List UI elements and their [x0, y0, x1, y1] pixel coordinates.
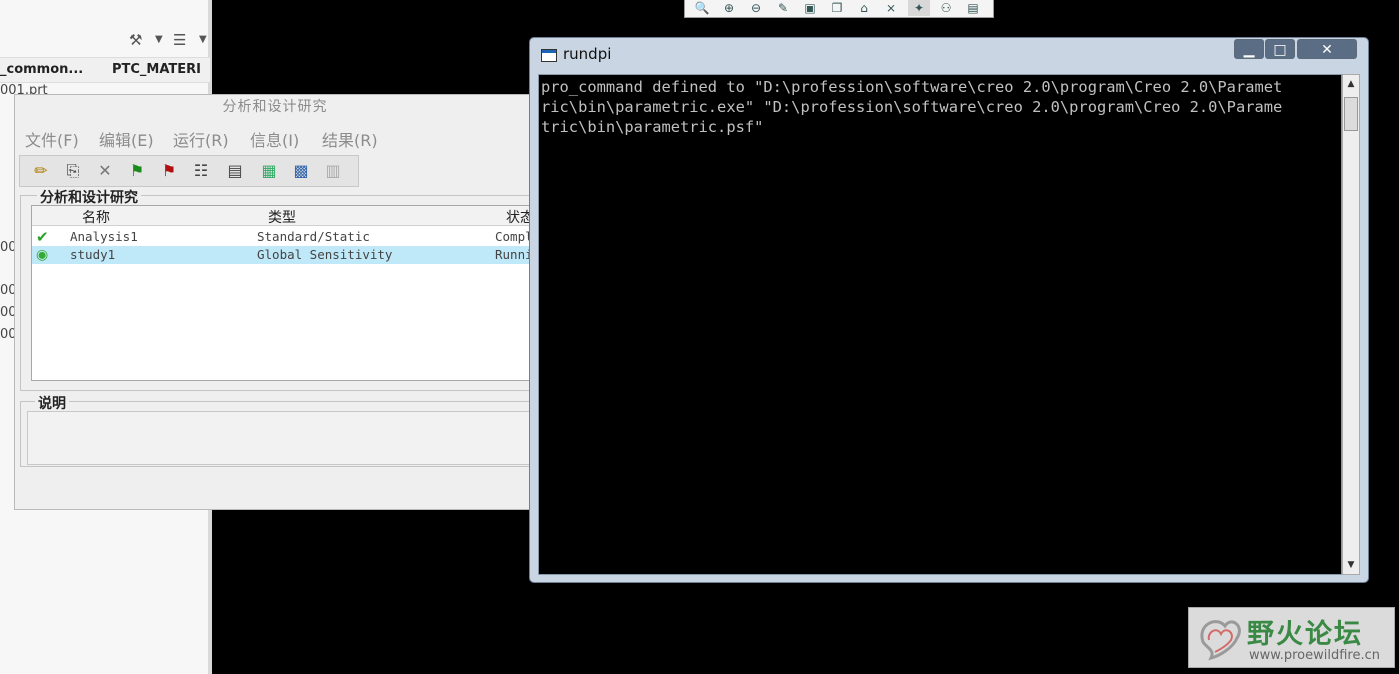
column-name[interactable]: 名称 — [82, 207, 110, 227]
console-title: rundpi — [563, 45, 612, 63]
analysis-study-dialog: 分析和设计研究 文件(F) 编辑(E) 运行(R) 信息(I) 结果(R) ✏ … — [14, 94, 536, 510]
study-list-header: 名称 类型 状态 — [32, 206, 536, 226]
study-status: Runni — [495, 247, 533, 262]
study-row[interactable]: ◉ study1 Global Sensitivity Runni — [32, 246, 536, 264]
study-type: Standard/Static — [257, 229, 370, 244]
saved-views-icon[interactable]: ⌂ — [853, 0, 875, 16]
menu-info[interactable]: 信息(I) — [250, 127, 299, 151]
study-type: Global Sensitivity — [257, 247, 393, 262]
console-app-icon — [541, 49, 557, 62]
tree-columns-icon[interactable]: ☰ — [173, 31, 186, 49]
graphics-toolbar: 🔍 ⊕ ⊖ ✎ ▣ ❐ ⌂ ⨯ ✦ ⚇ ▤ — [684, 0, 994, 18]
layers-icon[interactable]: ▤ — [962, 0, 984, 16]
forum-logo-icon — [1200, 620, 1241, 661]
forum-watermark: 野火论坛 www.proewildfire.cn — [1188, 607, 1395, 668]
study-name: study1 — [70, 247, 116, 262]
zoom-out-icon[interactable]: ⊖ — [745, 0, 767, 16]
study-name: Analysis1 — [70, 229, 138, 244]
orient-icon[interactable]: ❐ — [826, 0, 848, 16]
model-tree-toolbar: ⚒ ▼ ☰ ▼ — [0, 25, 210, 55]
description-label: 说明 — [35, 393, 69, 413]
dialog-toolbar: ✏ ⎘ ✕ ⚑ ⚑ ☷ ▤ ▦ ▩ ▥ — [19, 155, 359, 187]
maximize-button[interactable]: □ — [1265, 39, 1295, 59]
repaint-icon[interactable]: ✎ — [772, 0, 794, 16]
study-row[interactable]: ✔ Analysis1 Standard/Static Compl — [32, 228, 536, 246]
disabled-export-icon: ▥ — [325, 161, 341, 180]
start-run-flag-icon[interactable]: ⚑ — [126, 160, 148, 182]
close-button[interactable]: ✕ — [1297, 39, 1357, 59]
menu-run[interactable]: 运行(R) — [173, 127, 229, 151]
study-list: 名称 类型 状态 ✔ Analysis1 Standard/Static Com… — [31, 205, 536, 381]
chevron-down-icon[interactable]: ▼ — [199, 34, 207, 45]
forum-name: 野火论坛 — [1247, 619, 1363, 650]
scroll-down-icon[interactable]: ▼ — [1343, 556, 1359, 574]
results-insert-icon[interactable]: ▩ — [290, 160, 312, 182]
model-tree-header: _common... PTC_MATERI — [0, 57, 210, 83]
console-window: rundpi ▁ □ ✕ pro_command defined to "D:\… — [529, 37, 1369, 583]
minimize-button[interactable]: ▁ — [1234, 39, 1264, 59]
stop-run-flag-icon[interactable]: ⚑ — [158, 160, 180, 182]
console-output[interactable]: pro_command defined to "D:\profession\so… — [538, 74, 1342, 575]
delete-icon[interactable]: ✕ — [94, 160, 116, 182]
datum-display-icon[interactable]: ⨯ — [880, 0, 902, 16]
scroll-up-icon[interactable]: ▲ — [1343, 75, 1359, 93]
summary-icon[interactable]: ▤ — [224, 160, 246, 182]
running-icon: ◉ — [36, 247, 49, 263]
column-ptc-material[interactable]: PTC_MATERI — [112, 62, 201, 77]
copy-icon[interactable]: ⎘ — [62, 160, 84, 182]
menu-edit[interactable]: 编辑(E) — [99, 127, 154, 151]
forum-url: www.proewildfire.cn — [1249, 648, 1380, 663]
chevron-down-icon[interactable]: ▼ — [155, 34, 163, 45]
status-list-icon[interactable]: ☷ — [190, 160, 212, 182]
study-status: Compl — [495, 229, 533, 244]
spin-center-icon[interactable]: ✦ — [908, 0, 930, 16]
zoom-in-icon[interactable]: ⊕ — [718, 0, 740, 16]
scroll-thumb[interactable] — [1344, 97, 1358, 131]
description-field[interactable] — [27, 411, 535, 465]
study-group-label: 分析和设计研究 — [37, 187, 141, 207]
network-icon[interactable]: ⚇ — [935, 0, 957, 16]
settings-tools-icon[interactable]: ⚒ — [129, 31, 142, 49]
checkmark-icon: ✔ — [36, 228, 49, 246]
zoom-window-icon[interactable]: 🔍 — [691, 0, 713, 16]
results-window-icon[interactable]: ▦ — [258, 160, 280, 182]
console-text: pro_command defined to "D:\profession\so… — [541, 78, 1283, 136]
menu-file[interactable]: 文件(F) — [25, 127, 79, 151]
column-type[interactable]: 类型 — [268, 207, 296, 227]
vertical-scrollbar[interactable]: ▲ ▼ — [1342, 74, 1360, 575]
edit-pencil-icon[interactable]: ✏ — [30, 160, 52, 182]
dialog-menubar: 文件(F) 编辑(E) 运行(R) 信息(I) 结果(R) — [15, 123, 535, 150]
column-common[interactable]: _common... — [0, 62, 83, 77]
dialog-title: 分析和设计研究 — [222, 99, 328, 115]
refit-icon[interactable]: ▣ — [799, 0, 821, 16]
menu-results[interactable]: 结果(R) — [322, 127, 378, 151]
